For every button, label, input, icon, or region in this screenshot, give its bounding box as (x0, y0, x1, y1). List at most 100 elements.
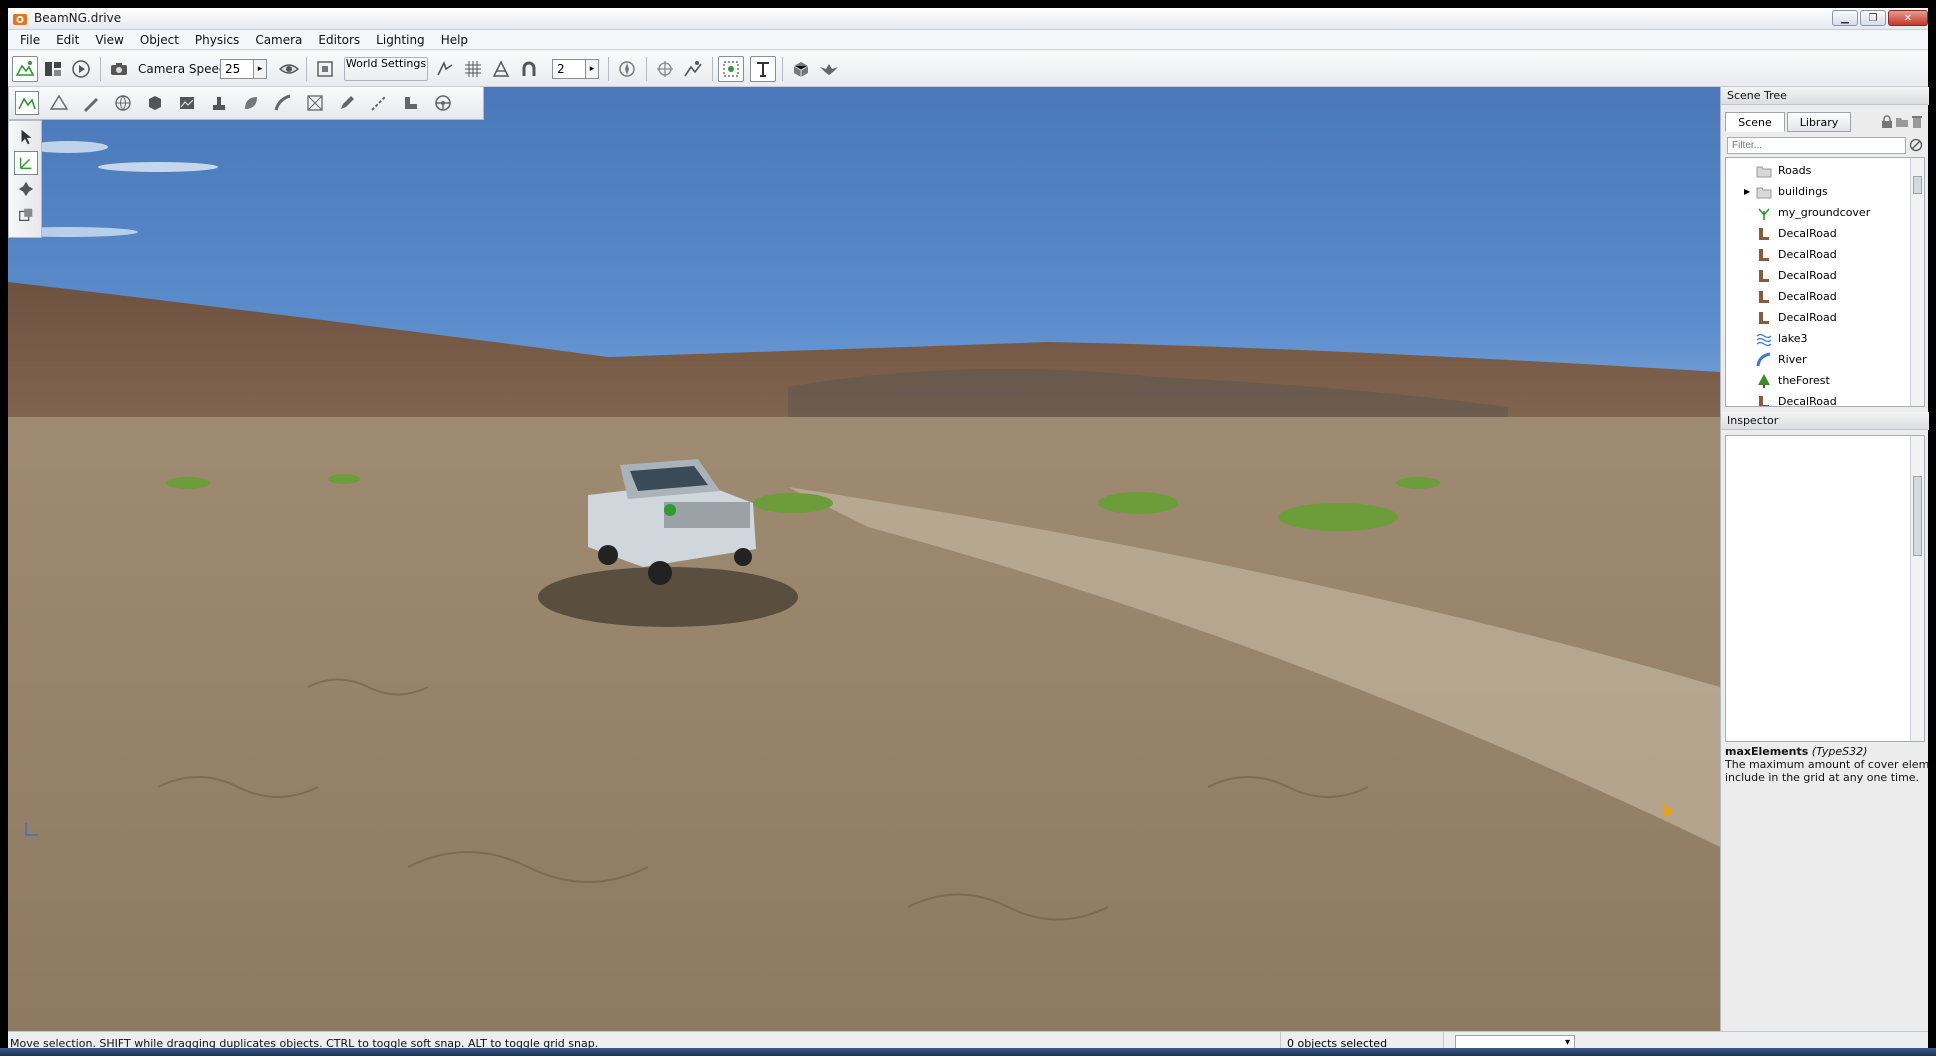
tree-item-label: DecalRoad (1778, 395, 1837, 407)
visibility-button[interactable] (276, 56, 302, 82)
decal-editor-button[interactable] (399, 91, 423, 115)
snap-size-arrow[interactable]: ▸ (585, 59, 599, 79)
grid-icon (465, 61, 481, 77)
move-tool-button[interactable] (14, 151, 38, 175)
camera-speed-input[interactable]: 25 (220, 59, 254, 79)
tree-item[interactable]: lake3 (1756, 328, 1924, 349)
folder-icon (1756, 166, 1772, 177)
menu-lighting[interactable]: Lighting (368, 33, 433, 47)
inspector-scrollbar[interactable] (1910, 436, 1924, 741)
tab-scene[interactable]: Scene (1725, 112, 1785, 132)
gui-editor-button[interactable] (40, 56, 66, 82)
arrow-cursor-icon (21, 129, 32, 145)
snap-terrain-button[interactable] (432, 56, 458, 82)
object-toolbar (8, 87, 484, 120)
tree-item[interactable]: ▶ buildings (1744, 181, 1924, 202)
menu-editors[interactable]: Editors (310, 33, 368, 47)
scene-tree-scrollbar[interactable] (1910, 158, 1924, 406)
datablock-editor-button[interactable] (207, 91, 231, 115)
select-tool-button[interactable] (14, 125, 38, 149)
navmesh-button[interactable] (303, 91, 327, 115)
compass-icon (619, 61, 635, 77)
particle-editor-button[interactable] (431, 91, 455, 115)
snap-bounds-button[interactable] (488, 56, 514, 82)
tab-library[interactable]: Library (1787, 112, 1851, 132)
magnet-icon (522, 61, 536, 76)
delete-icon[interactable] (1911, 115, 1923, 129)
menu-file[interactable]: File (12, 33, 48, 47)
play-button[interactable] (68, 56, 94, 82)
drop-at-camera-button[interactable] (680, 56, 706, 82)
material-editor-button[interactable] (143, 91, 167, 115)
tree-item-label: DecalRoad (1778, 269, 1837, 282)
snap-grid-button[interactable] (460, 56, 486, 82)
camera-speed-arrow[interactable]: ▸ (253, 59, 267, 79)
scale-tool-button[interactable] (14, 203, 38, 227)
world-editor-icon (15, 61, 35, 76)
minimize-button[interactable]: ▁ (1832, 10, 1858, 26)
menu-help[interactable]: Help (433, 33, 476, 47)
fit-view-icon (317, 61, 333, 77)
menu-physics[interactable]: Physics (187, 33, 247, 47)
world-editor-tool-button[interactable] (15, 91, 39, 115)
expand-arrow-icon[interactable]: ▶ (1744, 187, 1756, 196)
text-labels-button[interactable] (750, 56, 776, 82)
close-button[interactable]: ✕ (1888, 10, 1928, 26)
rotate-tool-button[interactable] (14, 177, 38, 201)
scene-filter-input[interactable] (1727, 137, 1906, 154)
tree-item-label: DecalRoad (1778, 311, 1837, 324)
menu-camera[interactable]: Camera (247, 33, 310, 47)
soft-snap-button[interactable] (516, 56, 542, 82)
menu-edit[interactable]: Edit (48, 33, 87, 47)
tree-item[interactable]: DecalRoad (1756, 244, 1924, 265)
move-gizmo-icon (19, 157, 32, 170)
tree-item[interactable]: my_groundcover (1756, 202, 1924, 223)
globe-icon (115, 95, 131, 111)
sketch-tool-button[interactable] (175, 91, 199, 115)
fit-view-button[interactable] (312, 56, 338, 82)
scene-tree[interactable]: Roads ▶ buildings my_groundcover DecalRo… (1725, 157, 1925, 407)
mesh-road-button[interactable] (271, 91, 295, 115)
spawn-vehicle-button[interactable] (788, 56, 814, 82)
tree-item[interactable]: Roads (1756, 160, 1924, 181)
terrain-editor-button[interactable] (47, 91, 71, 115)
menu-view[interactable]: View (87, 33, 131, 47)
tree-item[interactable]: theForest (1756, 370, 1924, 391)
tree-item-label: theForest (1778, 374, 1830, 387)
snap-size-input[interactable]: 2 (552, 59, 586, 79)
inspector-panel[interactable] (1725, 435, 1925, 742)
roadcurve-icon (371, 95, 387, 111)
forest-editor-button[interactable] (239, 91, 263, 115)
terrain-painter-button[interactable] (79, 91, 103, 115)
menu-object[interactable]: Object (132, 33, 187, 47)
text-icon (757, 62, 769, 77)
tree-item[interactable]: DecalRoad (1756, 391, 1924, 407)
scrollbar-thumb[interactable] (1913, 476, 1922, 556)
tree-item[interactable]: DecalRoad (1756, 223, 1924, 244)
scene-viewport[interactable] (8, 87, 1720, 1031)
lock-icon[interactable] (1881, 115, 1893, 129)
clear-filter-icon[interactable] (1909, 138, 1923, 152)
bake-button[interactable] (816, 56, 842, 82)
add-object-button[interactable] (652, 56, 678, 82)
tree-item[interactable]: River (1756, 349, 1924, 370)
gizmo-palette (8, 120, 42, 238)
tree-item-label: River (1778, 353, 1807, 366)
tree-item[interactable]: DecalRoad (1756, 265, 1924, 286)
selection-lock-button[interactable] (718, 56, 744, 82)
decalroad-icon (1759, 248, 1769, 261)
object-bounds-button[interactable] (614, 56, 640, 82)
new-folder-icon[interactable] (1895, 115, 1909, 129)
sun-editor-button[interactable] (111, 91, 135, 115)
camera-button[interactable] (106, 56, 132, 82)
world-editor-button[interactable] (12, 56, 38, 82)
tree-item[interactable]: DecalRoad (1756, 307, 1924, 328)
scrollbar-thumb[interactable] (1913, 176, 1922, 194)
river-editor-button[interactable] (335, 91, 359, 115)
box-icon (793, 62, 809, 77)
world-settings-button[interactable]: World Settings (344, 57, 428, 81)
pencil-icon (341, 96, 354, 109)
restore-button[interactable]: ❐ (1860, 10, 1886, 26)
tree-item[interactable]: DecalRoad (1756, 286, 1924, 307)
decal-road-button[interactable] (367, 91, 391, 115)
